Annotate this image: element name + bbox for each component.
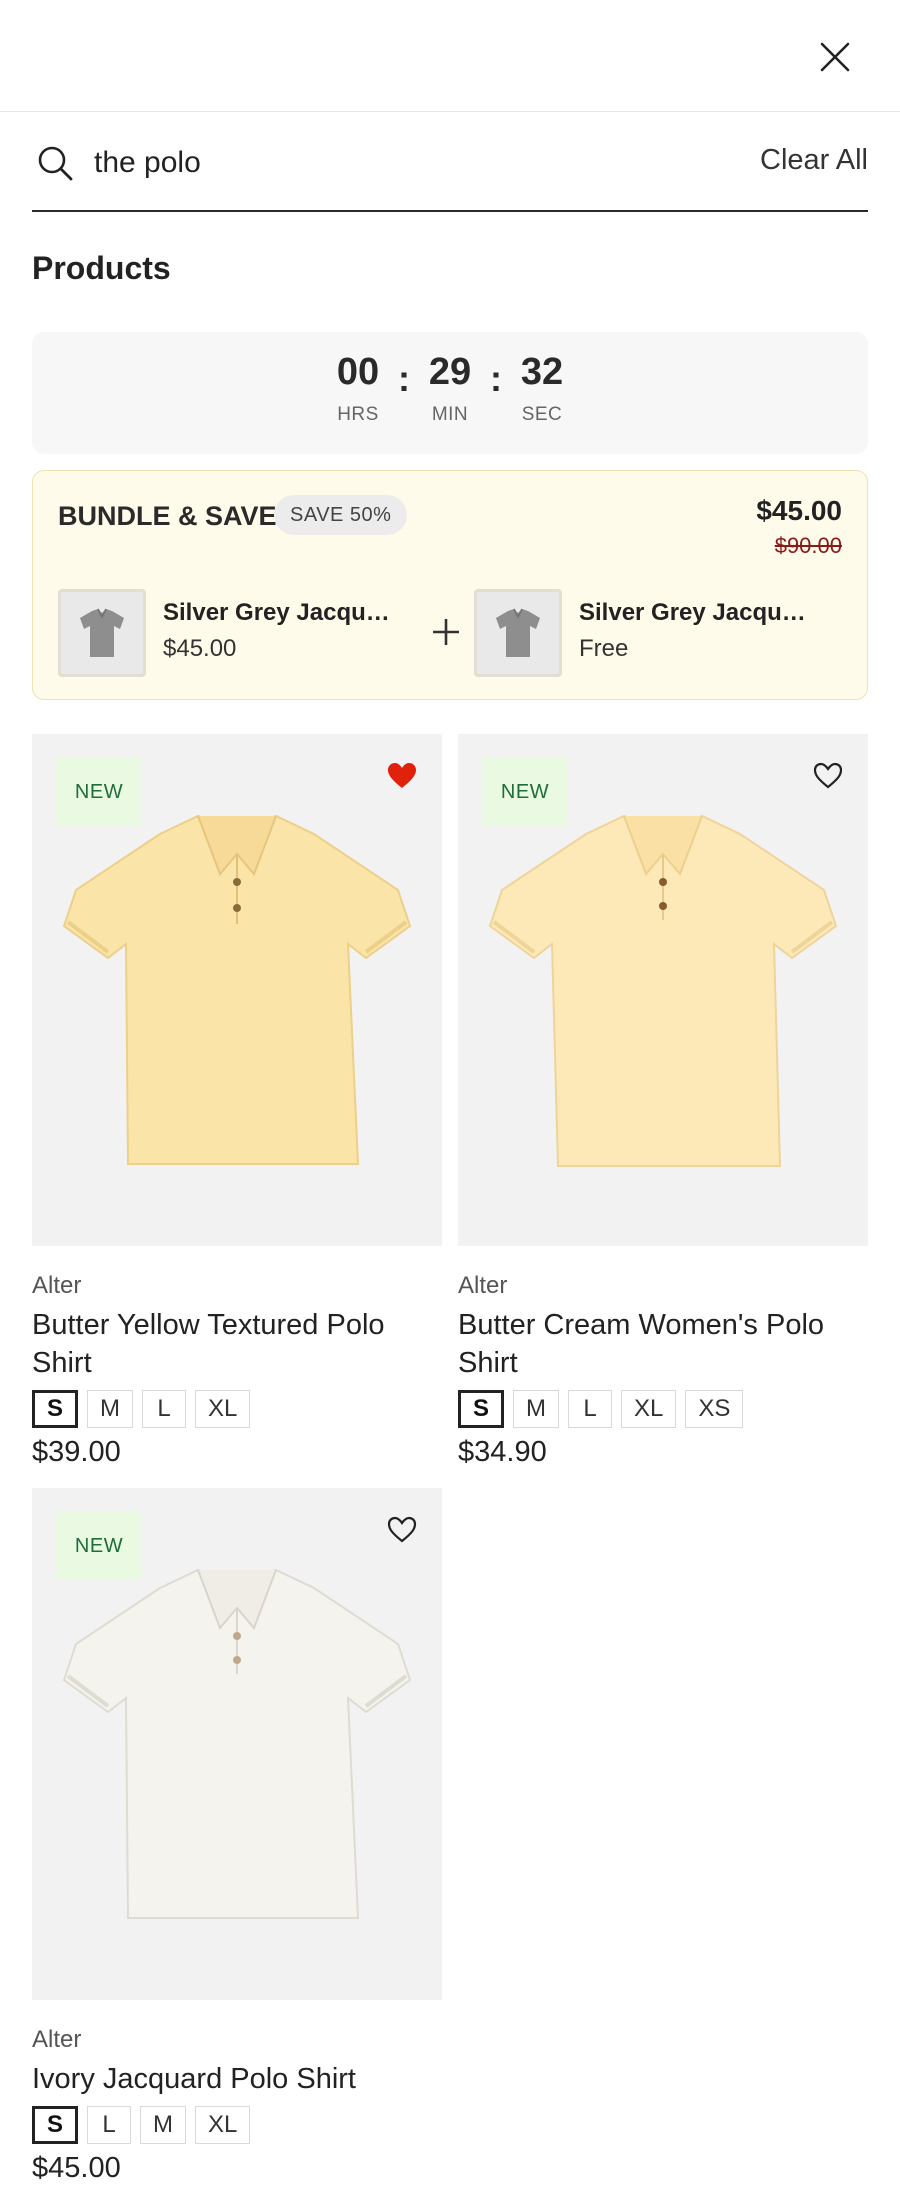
countdown-timer: 00 HRS : 29 MIN : 32 SEC <box>32 332 868 454</box>
product-brand: Alter <box>32 2026 82 2053</box>
product-brand: Alter <box>32 1272 82 1299</box>
product-image[interactable]: NEW <box>32 1488 442 2000</box>
bundle-item-price: Free <box>579 635 629 662</box>
size-option-xl[interactable]: XL <box>195 2106 251 2144</box>
size-option-l[interactable]: L <box>87 2106 132 2144</box>
search-icon <box>38 146 73 181</box>
wishlist-button[interactable] <box>384 1512 420 1548</box>
product-card[interactable]: NEW Alter Butter Yellow Textured Polo Sh… <box>32 734 442 1474</box>
product-card[interactable]: NEW Alter Butter Cream Women's Polo Shir… <box>458 734 868 1474</box>
size-option-xl[interactable]: XL <box>621 1390 677 1428</box>
seconds-value: 32 <box>520 351 564 393</box>
size-option-xs[interactable]: XS <box>685 1390 744 1428</box>
heart-outline-icon <box>813 762 843 789</box>
size-options: S L M XL <box>32 2106 251 2144</box>
size-option-s[interactable]: S <box>458 1390 505 1428</box>
search-bar: Clear All <box>32 132 868 212</box>
product-name[interactable]: Butter Yellow Textured Polo Shirt <box>32 1306 442 1382</box>
countdown-minutes: 29 MIN <box>411 351 489 426</box>
save-badge: SAVE 50% <box>274 495 408 535</box>
size-option-s[interactable]: S <box>32 1390 79 1428</box>
clear-all-button[interactable]: Clear All <box>760 144 868 177</box>
bundle-original-price: $90.00 <box>774 533 842 558</box>
shirt-thumbnail-icon <box>80 608 124 657</box>
countdown-separator: : <box>398 358 410 399</box>
hours-label: HRS <box>337 403 379 425</box>
size-option-m[interactable]: M <box>87 1390 134 1428</box>
hours-value: 00 <box>336 351 380 393</box>
bundle-offer[interactable]: BUNDLE & SAVE SAVE 50% $45.00 $90.00 Sil… <box>32 470 868 700</box>
close-icon <box>820 42 850 72</box>
minutes-label: MIN <box>431 403 469 425</box>
bundle-item-thumbnail <box>474 589 562 677</box>
product-price: $45.00 <box>32 2152 121 2184</box>
polo-shirt-image <box>62 814 412 1165</box>
bundle-item-thumbnail <box>58 589 146 677</box>
size-option-m[interactable]: M <box>140 2106 187 2144</box>
product-price: $34.90 <box>458 1436 547 1468</box>
shirt-thumbnail-icon <box>496 608 540 657</box>
bundle-item-name: Silver Grey Jacquard Polo Shirt <box>163 599 403 626</box>
wishlist-button[interactable] <box>384 758 420 794</box>
size-option-l[interactable]: L <box>568 1390 613 1428</box>
minutes-value: 29 <box>428 351 472 393</box>
size-option-l[interactable]: L <box>142 1390 187 1428</box>
heart-filled-icon <box>388 763 416 788</box>
search-input[interactable] <box>94 140 654 186</box>
bundle-item-name: Silver Grey Jacquard Polo Shirt <box>579 599 819 626</box>
size-option-xl[interactable]: XL <box>195 1390 251 1428</box>
size-option-s[interactable]: S <box>32 2106 79 2144</box>
close-button[interactable] <box>812 34 858 80</box>
seconds-label: SEC <box>521 403 563 425</box>
countdown-seconds: 32 SEC <box>503 351 581 426</box>
polo-shirt-image <box>488 814 838 1167</box>
size-options: S M L XL <box>32 1390 251 1428</box>
bundle-item[interactable]: Silver Grey Jacquard Polo Shirt $45.00 <box>58 589 418 679</box>
product-image[interactable]: NEW <box>32 734 442 1246</box>
polo-shirt-image <box>62 1568 412 1919</box>
product-name[interactable]: Ivory Jacquard Polo Shirt <box>32 2060 442 2098</box>
bundle-item[interactable]: Silver Grey Jacquard Polo Shirt Free <box>474 589 834 679</box>
top-bar <box>0 0 900 112</box>
heart-outline-icon <box>387 1516 417 1543</box>
bundle-item-price: $45.00 <box>163 635 237 662</box>
countdown-separator: : <box>490 358 502 399</box>
size-option-m[interactable]: M <box>513 1390 560 1428</box>
size-options: S M L XL XS <box>458 1390 744 1428</box>
product-brand: Alter <box>458 1272 508 1299</box>
bundle-title: BUNDLE & SAVE <box>58 501 277 531</box>
wishlist-button[interactable] <box>810 758 846 794</box>
section-title: Products <box>32 250 171 286</box>
product-image[interactable]: NEW <box>458 734 868 1246</box>
product-card[interactable]: NEW Alter Ivory Jacquard Polo Shirt S L … <box>32 1488 442 2200</box>
bundle-price: $45.00 <box>756 495 842 526</box>
countdown-hours: 00 HRS <box>319 351 397 426</box>
product-price: $39.00 <box>32 1436 121 1468</box>
plus-icon <box>421 607 471 657</box>
product-name[interactable]: Butter Cream Women's Polo Shirt <box>458 1306 868 1382</box>
